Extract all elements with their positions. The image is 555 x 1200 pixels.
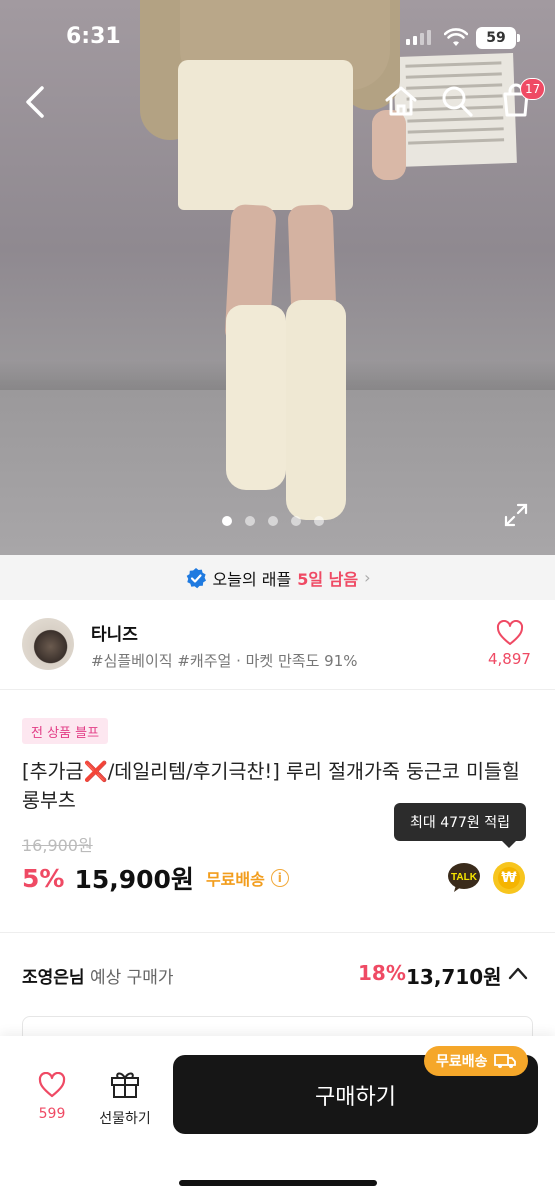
talk-icon-label: TALK (451, 872, 478, 883)
pagination-dot[interactable] (245, 516, 255, 526)
store-avatar[interactable] (22, 618, 74, 670)
kakao-talk-icon[interactable]: TALK (447, 862, 481, 894)
shipping-pill-label: 무료배송 (436, 1054, 488, 1070)
cart-count-badge: 17 (520, 78, 546, 100)
points-coin-icon[interactable]: ₩ (493, 862, 525, 894)
title-prefix: [추가금 (22, 760, 84, 783)
expected-discount: 18% (358, 961, 406, 985)
bottom-action-bar: 599 선물하기 구매하기 무료배송 (0, 1036, 555, 1200)
heart-outline-icon (38, 1071, 66, 1098)
pagination-dot[interactable] (222, 516, 232, 526)
image-boot-left (226, 305, 286, 490)
gift-button[interactable]: 선물하기 (95, 1070, 155, 1128)
wifi-icon (444, 28, 468, 46)
image-pagination[interactable] (222, 516, 324, 526)
section-divider (0, 932, 555, 933)
home-indicator (179, 1180, 377, 1186)
like-count: 599 (38, 1106, 66, 1122)
user-name: 조영은님 (22, 968, 85, 988)
free-shipping-label: 무료배송 (205, 870, 265, 889)
expected-price-text: 예상 구매가 (84, 968, 174, 988)
store-tags: #심플베이직 #캐주얼 · 마켓 만족도 91% (91, 652, 358, 670)
home-icon[interactable] (383, 84, 419, 118)
search-icon[interactable] (440, 84, 474, 118)
original-price: 16,900원 (22, 836, 93, 855)
chevron-right-icon: › (364, 568, 371, 587)
expected-price-row[interactable]: 조영은님 예상 구매가 18% 13,710원 (0, 948, 555, 1002)
sale-price: 15,900원 (74, 865, 194, 894)
points-coin-symbol: ₩ (498, 867, 520, 889)
info-icon[interactable]: i (270, 869, 289, 887)
like-button[interactable]: 599 (34, 1071, 70, 1122)
expected-price-value: 13,710원 (406, 965, 502, 989)
raffle-label: 오늘의 래플 (212, 569, 292, 589)
points-tooltip: 최대 477원 적립 (394, 803, 526, 848)
back-arrow-icon[interactable] (18, 82, 54, 122)
free-shipping-pill: 무료배송 (424, 1046, 528, 1076)
store-info[interactable]: 타니즈 #심플베이직 #캐주얼 · 마켓 만족도 91% 4,897 (0, 600, 555, 690)
gift-label: 선물하기 (99, 1111, 151, 1127)
raffle-banner[interactable]: 오늘의 래플 5일 남음 › (0, 555, 555, 600)
pagination-dot[interactable] (268, 516, 278, 526)
image-boot-right (286, 300, 346, 520)
promo-badge: 전 상품 블프 (22, 718, 109, 744)
expand-icon[interactable] (503, 502, 529, 528)
heart-icon[interactable] (496, 620, 524, 646)
status-bar: 6:31 59 (0, 0, 555, 74)
price-row: 5% 15,900원 무료배송 i (22, 860, 289, 896)
pagination-dot[interactable] (291, 516, 301, 526)
expected-price-label: 조영은님 예상 구매가 (22, 963, 174, 988)
pagination-dot[interactable] (314, 516, 324, 526)
battery-icon: 59 (476, 27, 520, 49)
verified-check-icon (186, 567, 206, 588)
truck-icon (493, 1054, 516, 1068)
store-likes-count: 4,897 (488, 650, 531, 668)
chevron-up-icon[interactable] (508, 966, 528, 980)
raffle-days-left: 5일 남음 (297, 569, 359, 589)
cross-mark-icon: ❌ (83, 760, 108, 783)
store-name[interactable]: 타니즈 (91, 620, 138, 645)
image-shorts (178, 60, 353, 210)
image-hand (372, 110, 406, 180)
discount-rate: 5% (22, 863, 65, 893)
cellular-signal-icon (406, 30, 431, 45)
gift-icon (111, 1072, 139, 1098)
status-time: 6:31 (66, 24, 121, 49)
